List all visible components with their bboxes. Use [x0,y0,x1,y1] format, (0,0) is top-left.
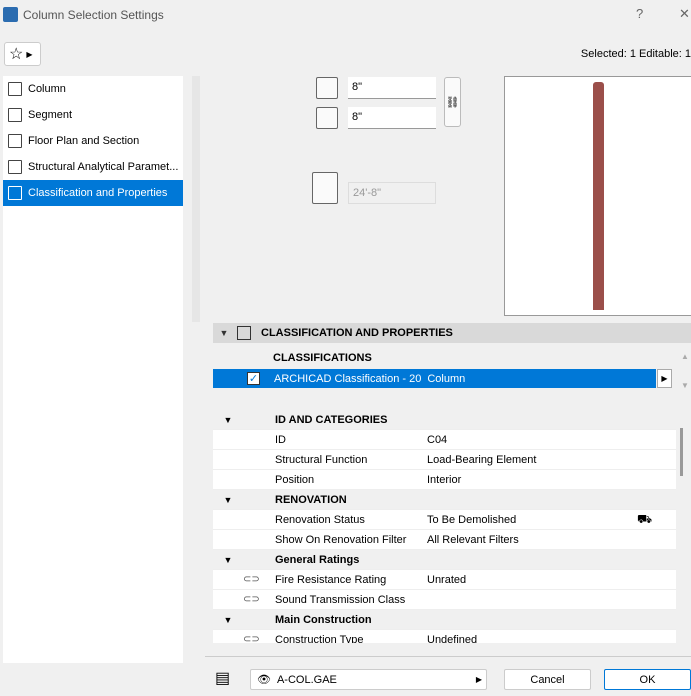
link-dimensions-button[interactable]: ⛓ [444,77,461,127]
link-icon: ⊂⊃ [243,574,260,585]
window-title: Column Selection Settings [23,8,164,22]
group-row[interactable]: ▼ General Ratings [213,550,676,570]
group-row[interactable]: ▼ ID AND CATEGORIES [213,410,676,430]
structural-icon [8,160,22,174]
classification-picker-button[interactable]: ▶ [657,369,672,388]
width-input[interactable]: 8" [348,77,436,99]
classification-value: Column [427,372,466,385]
properties-scrollbar[interactable] [680,428,683,476]
sidebar-item-column[interactable]: Column [3,76,183,102]
collapse-icon: ▼ [223,614,233,625]
layer-dropdown[interactable]: 👁 A-COL.GAE ▶ [250,669,487,690]
caret-right-icon: ▶ [26,49,33,59]
property-name: Sound Transmission Class [275,593,406,606]
ok-button[interactable]: OK [604,669,691,690]
chain-link-icon: ⛓ [445,96,460,109]
table-row[interactable]: Structural Function Load-Bearing Element [213,450,676,470]
bulldozer-icon: ⛟ [637,511,653,526]
property-name: Fire Resistance Rating [275,573,387,586]
panel-divider [192,76,200,322]
table-row[interactable]: ID C04 [213,430,676,450]
table-row[interactable]: ⊂⊃ Construction Type Undefined [213,630,676,644]
layer-name: A-COL.GAE [276,673,337,686]
sidebar-item-label: Floor Plan and Section [28,135,140,147]
close-button[interactable]: ✕ [679,6,690,22]
group-row[interactable]: ▼ Main Construction [213,610,676,630]
property-value[interactable]: C04 [427,434,676,446]
collapse-icon: ▼ [219,328,229,338]
checkbox[interactable]: ✓ [247,372,260,385]
link-icon: ⊂⊃ [243,594,260,605]
height-icon [312,172,338,204]
table-row[interactable]: Renovation Status To Be Demolished ⛟ [213,510,676,530]
sidebar-item-floor-plan[interactable]: Floor Plan and Section [3,128,183,154]
collapse-icon: ▼ [223,494,233,505]
eye-icon: 👁 [257,674,271,686]
column-shape [593,82,604,310]
classifications-header: CLASSIFICATIONS [273,352,372,364]
layers-icon: ▤ [215,670,231,687]
segment-icon [8,108,22,122]
group-label: General Ratings [275,553,360,566]
group-label: RENOVATION [275,493,347,506]
classification-row[interactable]: ✓ ARCHICAD Classification - 20 Column [213,369,656,388]
favorites-button[interactable]: ☆ ▶ [4,42,41,66]
section-header[interactable]: ▼ CLASSIFICATION AND PROPERTIES [213,323,691,343]
property-name: ID [275,433,286,446]
property-name: Position [275,473,315,486]
group-row[interactable]: ▼ RENOVATION [213,490,676,510]
property-value[interactable]: Load-Bearing Element [427,454,676,466]
sidebar-item-label: Column [28,83,66,95]
properties-table: ▼ ID AND CATEGORIES ID C04 Structural Func… [213,410,676,643]
sidebar-item-label: Segment [28,109,73,121]
table-row[interactable]: Position Interior [213,470,676,490]
column-icon [8,82,22,96]
settings-sidebar: Column Segment Floor Plan and Section St… [3,76,183,663]
link-icon: ⊂⊃ [243,634,260,643]
sidebar-item-segment[interactable]: Segment [3,102,183,128]
table-row[interactable]: Show On Renovation Filter All Relevant Fi… [213,530,676,550]
properties-icon [237,326,251,340]
property-value[interactable]: All Relevant Filters [427,534,676,546]
table-row[interactable]: ⊂⊃ Sound Transmission Class [213,590,676,610]
property-value[interactable]: Interior [427,474,676,486]
property-name: Renovation Status [275,513,365,526]
property-name: Construction Type [275,633,364,644]
column-preview [504,76,691,316]
collapse-icon: ▼ [223,554,233,565]
property-value[interactable]: Unrated [427,574,676,586]
sidebar-item-label: Classification and Properties [28,187,168,199]
section-title: CLASSIFICATION AND PROPERTIES [261,327,453,339]
sidebar-item-label: Structural Analytical Paramet... [28,161,179,173]
classification-system: ARCHICAD Classification - 20 [274,372,422,385]
property-name: Show On Renovation Filter [275,533,407,546]
property-value[interactable]: Undefined [427,634,676,644]
cancel-button[interactable]: Cancel [504,669,591,690]
footer-divider [205,656,691,657]
floor-plan-icon [8,134,22,148]
help-button[interactable]: ? [636,6,643,21]
caret-right-icon: ▶ [475,675,482,684]
depth-input[interactable]: 8" [348,107,436,129]
properties-icon [8,186,22,200]
archicad-logo-icon [3,7,18,22]
width-icon [316,77,338,99]
group-label: ID AND CATEGORIES [275,413,388,426]
scroll-up-icon[interactable]: ▲ [681,352,689,361]
height-input[interactable]: 24'-8" [348,182,436,204]
sidebar-item-classification[interactable]: Classification and Properties [3,180,183,206]
collapse-icon: ▼ [223,414,233,425]
depth-icon [316,107,338,129]
scroll-down-icon[interactable]: ▼ [681,381,689,390]
sidebar-item-structural[interactable]: Structural Analytical Paramet... [3,154,183,180]
star-icon: ☆ [9,46,24,63]
property-name: Structural Function [275,453,368,466]
caret-right-icon: ▶ [661,374,668,383]
selection-info: Selected: 1 Editable: 1 [580,48,691,60]
group-label: Main Construction [275,613,372,626]
table-row[interactable]: ⊂⊃ Fire Resistance Rating Unrated [213,570,676,590]
